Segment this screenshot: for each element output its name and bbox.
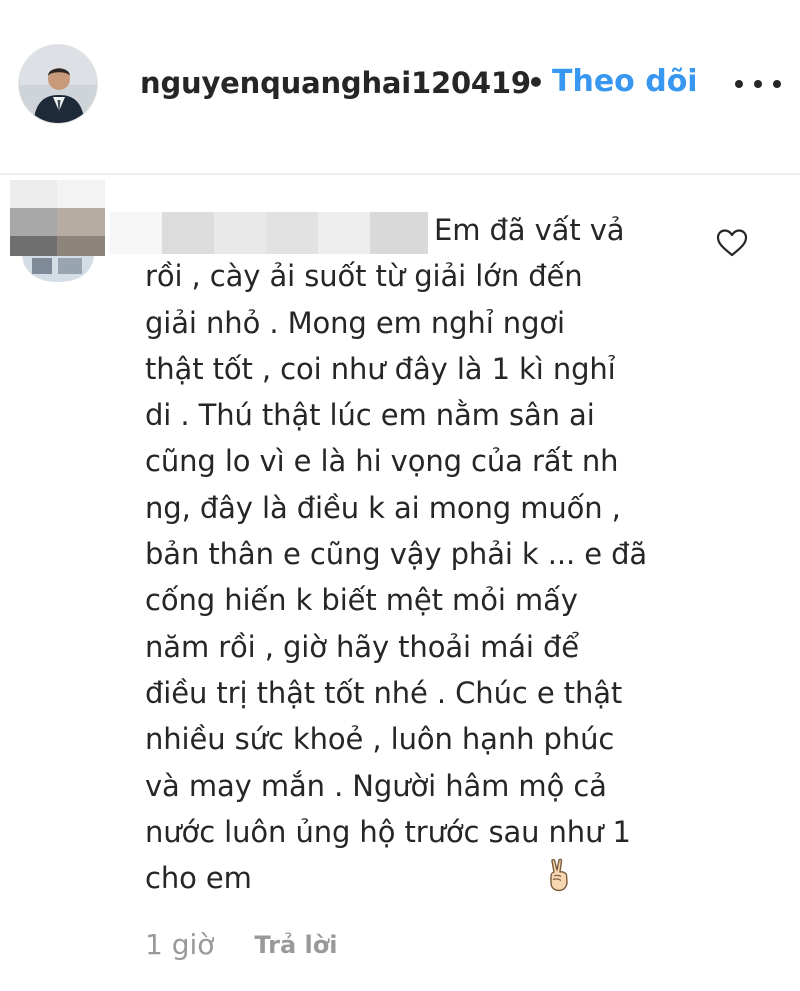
heart-icon[interactable] — [716, 228, 748, 258]
profile-avatar[interactable] — [18, 44, 98, 124]
comment-body: Em đã vất vả rồi , cày ải suốt từ giải l… — [145, 207, 670, 901]
comment-meta: 1 giờ Trả lời — [145, 928, 337, 961]
separator-dot: • — [527, 66, 545, 99]
comment-text: Em đã vất vả rồi , cày ải suốt từ giải l… — [145, 213, 648, 896]
reply-button[interactable]: Trả lời — [254, 931, 337, 959]
pixelated-avatar-icon — [10, 180, 105, 288]
victory-hand-emoji — [258, 858, 568, 892]
post-header: nguyenquanghai120419 • Theo dõi — [0, 0, 800, 175]
commenter-avatar[interactable] — [10, 180, 105, 288]
person-in-suit-icon — [19, 45, 97, 123]
follow-button[interactable]: Theo dõi — [552, 64, 698, 99]
more-horizontal-icon[interactable] — [735, 72, 781, 96]
comment-time: 1 giờ — [145, 928, 215, 961]
username[interactable]: nguyenquanghai120419 — [140, 66, 531, 100]
